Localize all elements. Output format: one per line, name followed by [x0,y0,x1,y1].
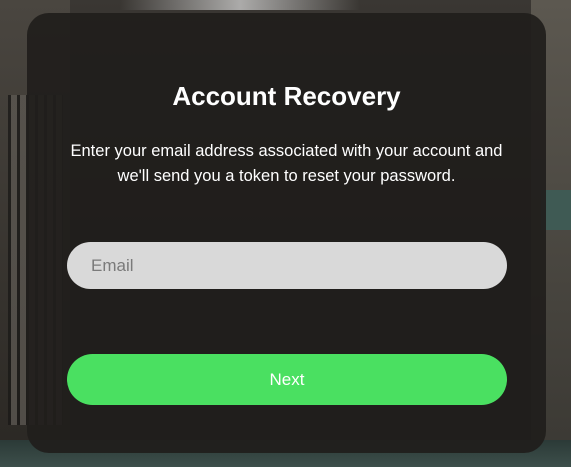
next-button[interactable]: Next [67,354,507,405]
account-recovery-panel: Account Recovery Enter your email addres… [27,13,546,453]
page-title: Account Recovery [172,81,401,111]
email-field[interactable] [67,242,507,289]
recovery-instructions: Enter your email address associated with… [70,142,503,185]
background-light [120,0,360,10]
